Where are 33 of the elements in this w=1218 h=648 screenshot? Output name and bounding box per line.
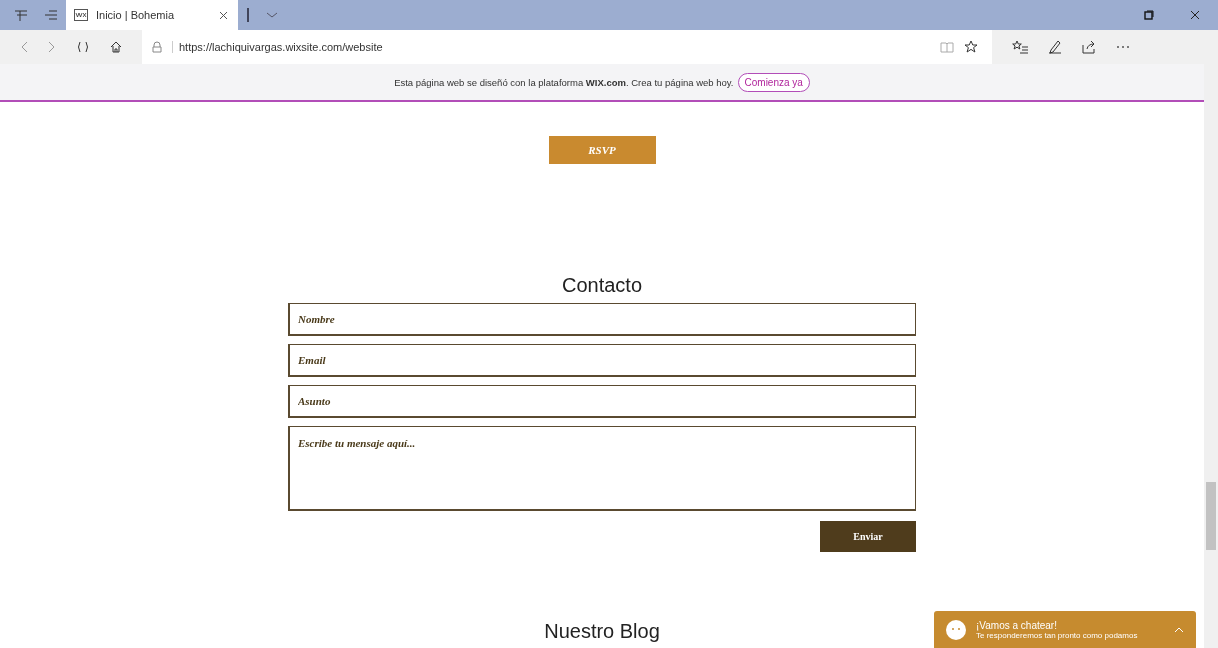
site-favicon: [74, 9, 88, 21]
chevron-up-icon[interactable]: [1174, 626, 1184, 633]
home-icon[interactable]: [110, 41, 122, 53]
chat-avatar-icon: [946, 619, 966, 640]
more-icon[interactable]: [1116, 45, 1130, 49]
scrollbar[interactable]: [1204, 64, 1218, 648]
send-button[interactable]: Enviar: [820, 521, 916, 552]
back-icon[interactable]: [20, 41, 28, 53]
input-field[interactable]: Email: [288, 344, 916, 377]
restore-icon[interactable]: [1144, 10, 1154, 20]
chevron-down-icon[interactable]: [266, 11, 278, 19]
tabs-aside-icon[interactable]: [44, 8, 58, 22]
message-field[interactable]: Escribe tu mensaje aquí...: [288, 426, 916, 511]
start-button[interactable]: Comienza ya: [737, 72, 810, 92]
forward-icon[interactable]: [48, 41, 56, 53]
banner-text: Esta página web se diseñó con la plataforma WIX.com. Crea tu página web hoy.: [394, 76, 734, 88]
pen-icon[interactable]: [1048, 40, 1062, 54]
scrollbar-thumb[interactable]: [1206, 482, 1216, 550]
input-field[interactable]: Nombre: [288, 303, 916, 336]
close-icon[interactable]: [1190, 10, 1200, 20]
browser-tab[interactable]: Inicio | Bohemia: [66, 0, 238, 30]
favorites-icon[interactable]: [1012, 40, 1028, 54]
lock-icon: [152, 41, 162, 53]
star-icon[interactable]: [964, 40, 978, 54]
chat-title: ¡Vamos a chatear!: [976, 619, 1058, 631]
tab-actions-icon[interactable]: [14, 8, 28, 22]
address-field[interactable]: https://lachiquivargas.wixsite.com/website: [142, 30, 992, 64]
section-title: Nuestro Blog: [544, 620, 660, 643]
input-field[interactable]: Asunto: [288, 385, 916, 418]
section-title: Contacto: [561, 274, 643, 297]
close-icon[interactable]: [219, 10, 228, 20]
chat-subtitle: Te responderemos tan pronto como podamos: [976, 630, 1139, 640]
share-icon[interactable]: [1082, 40, 1096, 54]
